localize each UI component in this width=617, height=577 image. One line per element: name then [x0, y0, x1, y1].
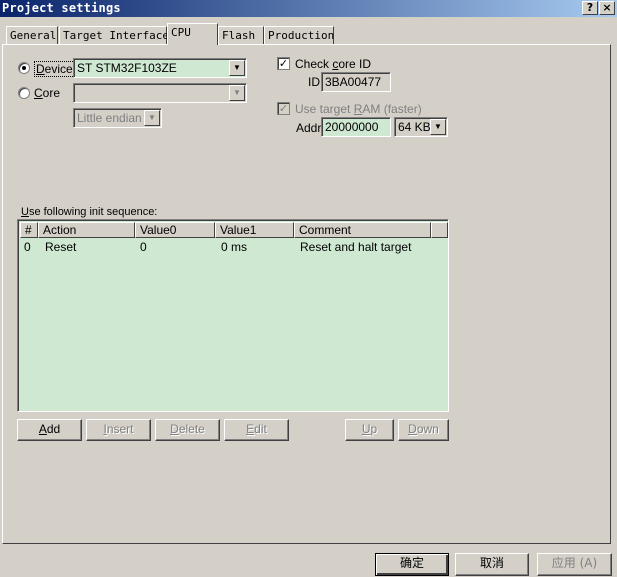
tab-flash[interactable]: Flash	[218, 26, 264, 44]
ok-button[interactable]: 确定	[375, 553, 449, 576]
tab-general[interactable]: General	[6, 26, 58, 44]
cancel-button[interactable]: 取消	[455, 553, 529, 576]
cpu-tab-panel	[2, 44, 611, 544]
close-button[interactable]: ×	[599, 1, 615, 15]
apply-button[interactable]: 应用 (A)	[537, 553, 612, 576]
help-button[interactable]: ?	[582, 1, 598, 15]
help-icon: ?	[586, 1, 594, 14]
tab-production[interactable]: Production	[264, 26, 334, 44]
window-title: Project settings	[2, 1, 121, 15]
tab-target-interface[interactable]: Target Interface	[59, 26, 169, 44]
tab-cpu[interactable]: CPU	[167, 23, 218, 45]
title-bar: Project settings ? ×	[0, 0, 617, 17]
close-icon: ×	[602, 1, 612, 14]
